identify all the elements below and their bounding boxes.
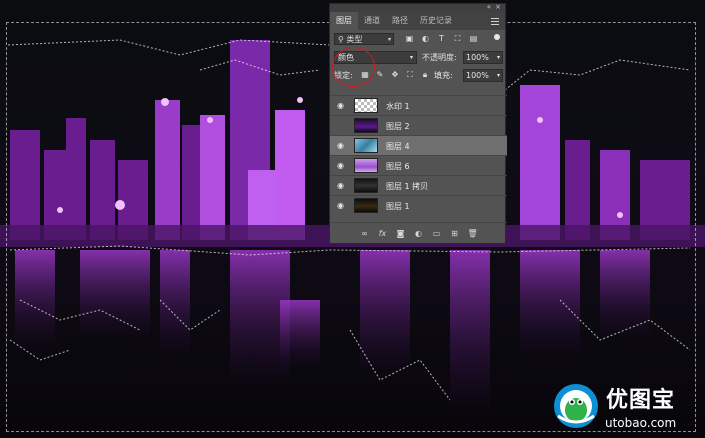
tab-paths[interactable]: 路径: [386, 12, 414, 30]
layer-name: 水印 1: [386, 102, 410, 111]
new-layer-icon[interactable]: ⊞: [450, 229, 460, 238]
collapse-icon[interactable]: «: [487, 3, 491, 11]
panel-footer: ∞ fx ◙ ◐ ▭ ⊞ 🗑︎: [330, 222, 507, 243]
layer-list: ◉ 水印 1 ◉ 图层 2 ◉ 图层 4 ◉ 图层 6 ◉ 图层 1 拷贝 ◉ …: [330, 95, 507, 215]
layer-row[interactable]: ◉ 图层 2: [330, 115, 507, 135]
layer-row[interactable]: ◉ 图层 6: [330, 155, 507, 175]
layer-thumbnail: [354, 118, 378, 133]
eye-hidden-icon[interactable]: ◉: [335, 121, 346, 131]
opacity-value: 100%: [466, 53, 489, 62]
layer-row-selected[interactable]: ◉ 图层 4: [330, 135, 507, 155]
fx-icon[interactable]: fx: [378, 229, 388, 238]
chevron-down-icon: ▾: [409, 54, 413, 61]
adjustment-filter-icon[interactable]: ◐: [420, 33, 431, 44]
add-mask-icon[interactable]: ◙: [396, 229, 406, 238]
eye-icon[interactable]: ◉: [335, 141, 346, 151]
eye-icon[interactable]: ◉: [335, 161, 346, 171]
eye-icon[interactable]: ◉: [335, 201, 346, 211]
layer-thumbnail: [354, 98, 378, 113]
eye-icon[interactable]: ◉: [335, 101, 346, 111]
tab-history[interactable]: 历史记录: [414, 12, 458, 30]
layer-thumbnail: [354, 198, 378, 213]
smart-object-filter-icon[interactable]: ▤: [468, 33, 479, 44]
tab-layers[interactable]: 图层: [330, 12, 358, 30]
layer-thumbnail: [354, 158, 378, 173]
filter-label: 类型: [346, 35, 363, 44]
link-layers-icon[interactable]: ∞: [360, 229, 370, 238]
filter-type-select[interactable]: ⚲ 类型 ▾: [334, 33, 394, 45]
watermark-name: 优图宝: [606, 388, 676, 413]
type-filter-icon[interactable]: T: [436, 33, 447, 44]
search-icon: ⚲: [338, 35, 344, 44]
watermark-logo: [554, 384, 598, 428]
chevron-down-icon: ▾: [387, 36, 391, 43]
layer-row[interactable]: ◉ 图层 1 拷贝: [330, 175, 507, 195]
layer-name: 图层 1 拷贝: [386, 182, 429, 191]
layers-panel[interactable]: « × 图层 通道 路径 历史记录 ⚲ 类型 ▾ ▣ ◐ T ⛶ ▤ 颜色 ▾ …: [329, 3, 507, 244]
opacity-label: 不透明度:: [422, 53, 457, 62]
layer-row[interactable]: ◉ 图层 1: [330, 195, 507, 215]
fill-value: 100%: [466, 71, 489, 80]
close-icon[interactable]: ×: [495, 3, 501, 11]
new-group-icon[interactable]: ▭: [432, 229, 442, 238]
panel-menu-icon[interactable]: [491, 16, 499, 27]
panel-titlebar[interactable]: « ×: [330, 3, 505, 12]
adjustment-layer-icon[interactable]: ◐: [414, 229, 424, 238]
lock-artboard-icon[interactable]: ⛶: [405, 69, 415, 80]
eye-icon[interactable]: ◉: [335, 181, 346, 191]
filter-toggle-icon[interactable]: [494, 34, 500, 40]
chevron-down-icon: ▾: [496, 54, 500, 61]
layer-thumbnail: [354, 178, 378, 193]
panel-tabs: 图层 通道 路径 历史记录: [330, 12, 505, 30]
watermark-url: utobao.com: [605, 416, 677, 430]
fill-input[interactable]: 100% ▾: [463, 69, 503, 82]
chevron-down-icon: ▾: [496, 72, 500, 79]
layer-row[interactable]: ◉ 水印 1: [330, 95, 507, 115]
layer-name: 图层 4: [386, 142, 410, 151]
lock-position-icon[interactable]: ✥: [390, 69, 400, 80]
pixel-filter-icon[interactable]: ▣: [404, 33, 415, 44]
tab-channels[interactable]: 通道: [358, 12, 386, 30]
lock-all-icon[interactable]: 🔒︎: [420, 69, 430, 80]
filter-row: ⚲ 类型 ▾ ▣ ◐ T ⛶ ▤: [330, 30, 505, 48]
layer-name: 图层 6: [386, 162, 410, 171]
opacity-input[interactable]: 100% ▾: [463, 51, 503, 64]
layer-name: 图层 1: [386, 202, 410, 211]
layer-name: 图层 2: [386, 122, 410, 131]
trash-icon[interactable]: 🗑︎: [468, 229, 478, 238]
lock-image-icon[interactable]: ✎: [375, 69, 385, 80]
layer-thumbnail: [354, 138, 378, 153]
filter-icons: ▣ ◐ T ⛶ ▤: [404, 33, 479, 44]
shape-filter-icon[interactable]: ⛶: [452, 33, 463, 44]
fill-label: 填充:: [434, 71, 453, 80]
